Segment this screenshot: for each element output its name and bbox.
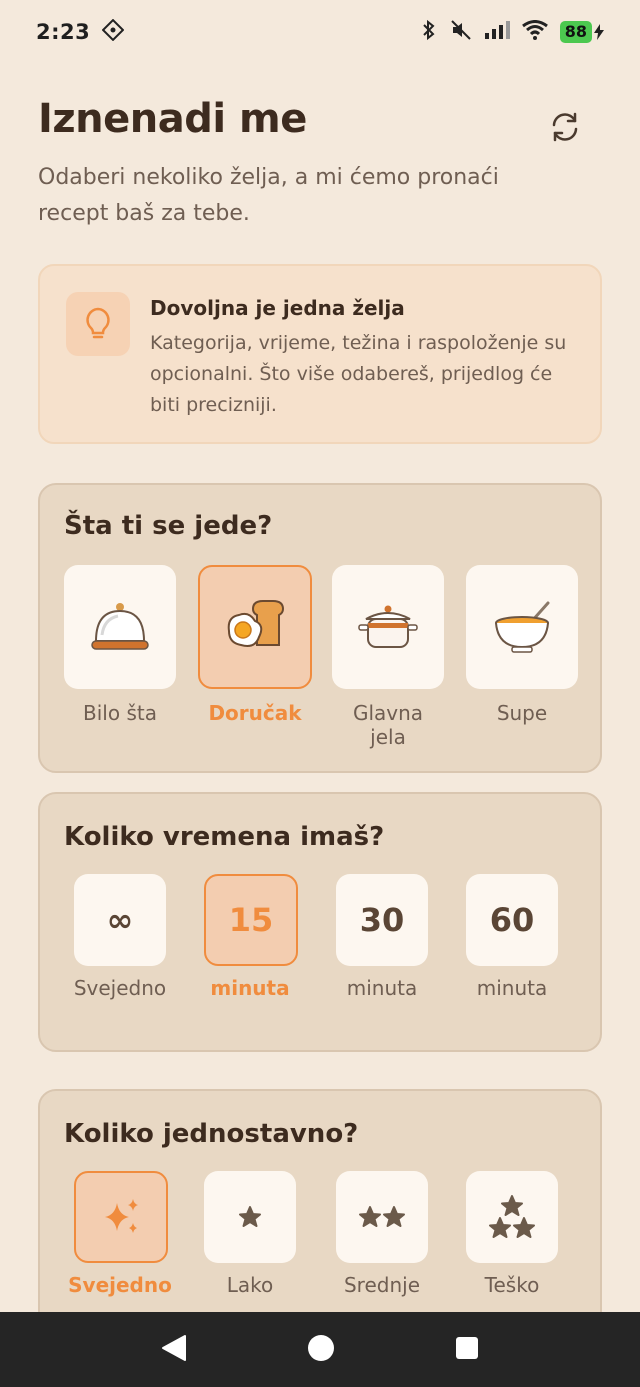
status-time: 2:23 — [36, 20, 91, 44]
time-section: Koliko vremena imaš? ∞ Svejedno 15 minut… — [38, 792, 602, 1052]
home-circle-icon — [308, 1334, 334, 1361]
system-navigation-bar — [0, 1312, 640, 1387]
category-any-tile[interactable] — [64, 565, 176, 689]
category-breakfast-tile[interactable] — [198, 565, 312, 689]
difficulty-hard-tile[interactable] — [466, 1171, 558, 1263]
difficulty-medium-label: Srednje — [343, 1273, 420, 1297]
sparkles-icon — [105, 1199, 138, 1233]
difficulty-easy-tile[interactable] — [204, 1171, 296, 1263]
category-title: Šta ti se jede? — [64, 511, 273, 541]
category-main-tile[interactable] — [332, 565, 444, 689]
category-main-label: Glavna jela — [352, 701, 424, 749]
difficulty-any-label: Svejedno — [68, 1273, 172, 1297]
difficulty-any-tile[interactable] — [74, 1171, 168, 1263]
home-button[interactable] — [307, 1334, 335, 1366]
tip-card: Dovoljna je jedna želja Kategorija, vrij… — [38, 264, 602, 444]
refresh-button[interactable] — [540, 104, 590, 150]
infinity-value: ∞ — [106, 901, 134, 939]
time-30-tile[interactable]: 30 — [336, 874, 428, 966]
battery-level: 88 — [559, 21, 592, 43]
time-any-label: Svejedno — [73, 976, 167, 1000]
time-60-tile[interactable]: 60 — [466, 874, 558, 966]
time-15-label: minuta — [210, 976, 290, 1000]
difficulty-title: Koliko jednostavno? — [64, 1119, 359, 1149]
one-star-icon — [239, 1206, 261, 1227]
pot-icon — [358, 605, 418, 648]
recents-square-icon — [456, 1336, 478, 1359]
refresh-icon — [552, 112, 578, 142]
time-any-tile[interactable]: ∞ — [74, 874, 166, 966]
app-notification-icon — [101, 18, 125, 45]
header: Iznenadi me Odaberi nekoliko želja, a mi… — [38, 96, 602, 232]
time-30-value: 30 — [359, 901, 405, 939]
time-60-value: 60 — [489, 901, 535, 939]
recents-button[interactable] — [455, 1336, 479, 1364]
time-30-label: minuta — [346, 976, 418, 1000]
page-title: Iznenadi me — [38, 96, 307, 142]
difficulty-section: Koliko jednostavno? Svejedno Lako Srednj… — [38, 1089, 602, 1349]
wifi-icon — [521, 20, 548, 44]
time-15-value: 15 — [228, 901, 274, 939]
lightbulb-icon — [86, 307, 110, 339]
time-15-tile[interactable]: 15 — [204, 874, 298, 966]
category-section: Šta ti se jede? Bilo šta Doručak Glavna … — [38, 483, 602, 773]
page-subtitle: Odaberi nekoliko želja, a mi ćemo pronać… — [38, 165, 499, 226]
mute-icon — [450, 19, 472, 45]
soup-bowl-icon — [495, 601, 550, 653]
signal-icon — [484, 20, 510, 44]
battery-indicator: 88 — [559, 21, 604, 43]
tip-text: Kategorija, vrijeme, težina i raspoložen… — [150, 332, 567, 416]
category-soup-tile[interactable] — [466, 565, 578, 689]
tip-icon-box — [66, 292, 130, 356]
category-more-tile[interactable] — [600, 565, 602, 689]
status-bar: 2:23 88 — [0, 0, 640, 64]
two-stars-icon — [359, 1206, 405, 1227]
category-breakfast-label: Doručak — [208, 701, 302, 725]
difficulty-easy-label: Lako — [226, 1273, 274, 1297]
time-60-label: minuta — [476, 976, 548, 1000]
tip-title: Dovoljna je jedna želja — [150, 296, 405, 320]
back-button[interactable] — [161, 1334, 187, 1366]
egg-toast-icon — [227, 600, 285, 647]
difficulty-medium-tile[interactable] — [336, 1171, 428, 1263]
back-triangle-icon — [162, 1334, 186, 1361]
category-any-label: Bilo šta — [83, 701, 157, 725]
category-soup-label: Supe — [496, 701, 548, 725]
charging-icon — [594, 24, 604, 40]
bluetooth-icon — [420, 19, 438, 45]
time-title: Koliko vremena imaš? — [64, 822, 385, 852]
cloche-icon — [91, 603, 149, 650]
three-stars-icon — [489, 1195, 535, 1238]
difficulty-hard-label: Teško — [484, 1273, 540, 1297]
